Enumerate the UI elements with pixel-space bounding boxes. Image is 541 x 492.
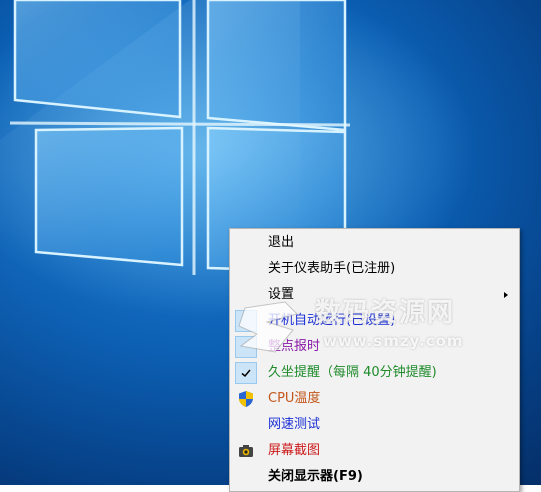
menu-item-cpu-temp[interactable]: CPU温度	[231, 387, 518, 411]
menu-item-label: 开机自动运行(已设置)	[268, 313, 396, 328]
checked-state-icon	[235, 310, 257, 332]
menu-item-label: 久坐提醒（每隔 40分钟提醒)	[268, 365, 437, 380]
uac-shield-icon	[233, 387, 259, 411]
menu-item-exit[interactable]: 退出	[231, 231, 518, 255]
menu-item-label: 屏幕截图	[268, 443, 321, 458]
menu-item-sitting-reminder[interactable]: 久坐提醒（每隔 40分钟提醒)	[231, 361, 518, 385]
menu-item-label: 整点报时	[268, 339, 321, 354]
checked-state-icon	[235, 336, 257, 358]
menu-item-label: 设置	[268, 287, 295, 302]
check-icon	[235, 362, 257, 384]
menu-item-hourly-chime[interactable]: 整点报时	[231, 335, 518, 359]
menu-item-autostart[interactable]: 开机自动运行(已设置)	[231, 309, 518, 333]
menu-item-label: 关闭显示器(F9)	[268, 469, 363, 484]
context-menu: 退出 关于仪表助手(已注册) 设置 开机自动运行(已设置) 整点报时 久坐提醒（…	[229, 228, 520, 492]
submenu-arrow-icon	[504, 292, 508, 298]
menu-item-label: CPU温度	[268, 391, 321, 406]
menu-item-label: 关于仪表助手(已注册)	[268, 261, 396, 276]
menu-item-speed-test[interactable]: 网速测试	[231, 413, 518, 437]
menu-item-label: 网速测试	[268, 417, 321, 432]
menu-item-label: 退出	[268, 235, 295, 250]
camera-icon	[233, 439, 259, 463]
menu-item-screenshot[interactable]: 屏幕截图	[231, 439, 518, 463]
menu-item-settings[interactable]: 设置	[231, 283, 518, 307]
menu-item-turn-off-display[interactable]: 关闭显示器(F9)	[231, 465, 518, 489]
menu-item-about[interactable]: 关于仪表助手(已注册)	[231, 257, 518, 281]
